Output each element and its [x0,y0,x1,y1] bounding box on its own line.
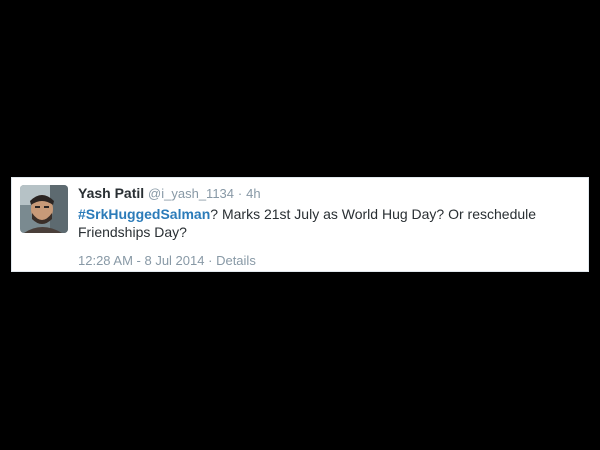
header-separator: · [237,186,243,201]
avatar[interactable] [20,185,68,233]
hashtag-prefix: # [78,206,86,222]
tweet-header: Yash Patil @i_yash_1134 · 4h [78,184,578,203]
tweet-text: #SrkHuggedSalman? Marks 21st July as Wor… [78,205,578,241]
hashtag-link[interactable]: #SrkHuggedSalman [78,206,210,222]
details-link[interactable]: Details [216,253,256,268]
display-name[interactable]: Yash Patil [78,185,144,201]
user-handle[interactable]: @i_yash_1134 [148,186,234,201]
tweet-content: Yash Patil @i_yash_1134 · 4h #SrkHuggedS… [78,184,578,269]
avatar-photo [20,185,68,233]
hashtag-text: SrkHuggedSalman [85,206,211,222]
tweet-meta: 12:28 AM - 8 Jul 2014 · Details [78,253,578,269]
tweet-timestamp[interactable]: 12:28 AM - 8 Jul 2014 [78,253,204,268]
tweet-age[interactable]: 4h [246,186,260,201]
tweet-card: Yash Patil @i_yash_1134 · 4h #SrkHuggedS… [11,177,589,272]
meta-separator: · [208,253,213,268]
